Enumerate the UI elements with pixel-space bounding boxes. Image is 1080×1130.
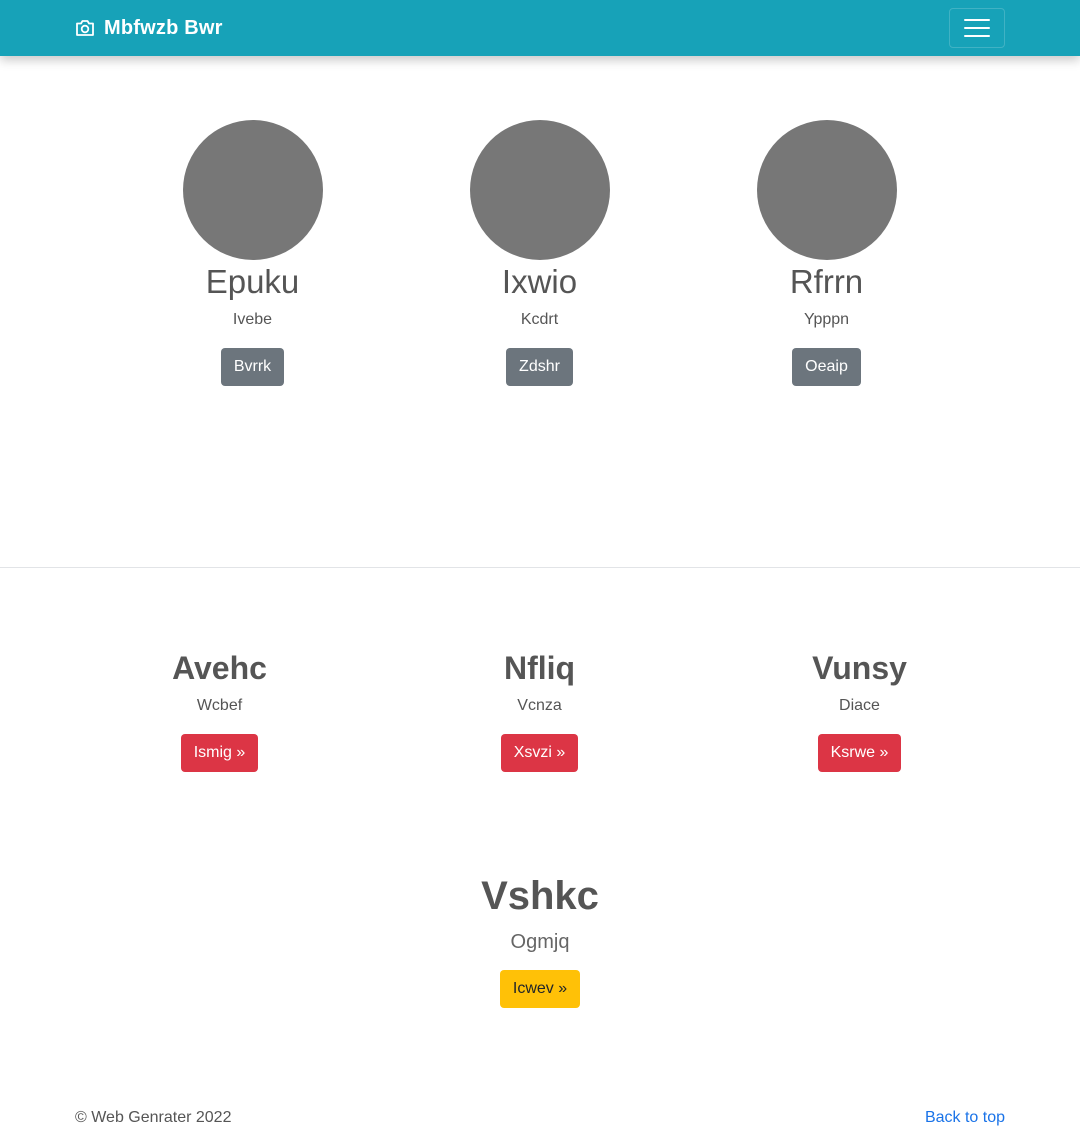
album-card-name: Rfrrn	[789, 263, 864, 300]
album-card: Ixwio Kcdrt Zdshr	[396, 120, 683, 386]
album-card-subtitle: Kcdrt	[520, 311, 559, 328]
featured-title: Vshkc	[481, 874, 599, 918]
camera-icon	[76, 20, 94, 36]
marketing-column-title: Avehc	[172, 650, 267, 686]
album-card-button[interactable]: Zdshr	[506, 348, 573, 386]
marketing-column-subtitle: Wcbef	[196, 697, 243, 714]
album-card: Rfrrn Ypppn Oeaip	[683, 120, 970, 386]
featured-section: Vshkc Ogmjq Icwev »	[0, 872, 1080, 1008]
album-card-subtitle: Ivebe	[232, 311, 273, 328]
footer-copyright: © Web Genrater 2022	[75, 1109, 232, 1126]
featured-button[interactable]: Icwev »	[499, 970, 581, 1008]
marketing-column-subtitle: Vcnza	[517, 697, 562, 714]
featured-subtitle: Ogmjq	[510, 931, 570, 953]
marketing-column: Vunsy Diace Ksrwe »	[716, 648, 1003, 772]
album-card-button[interactable]: Bvrrk	[220, 348, 285, 386]
back-to-top-link[interactable]: Back to top	[925, 1108, 1005, 1128]
marketing-column-button[interactable]: Ksrwe »	[817, 734, 902, 772]
marketing-column-title: Nfliq	[503, 650, 576, 686]
navbar-toggler-button[interactable]	[949, 8, 1005, 48]
avatar	[469, 120, 610, 260]
marketing-column: Avehc Wcbef Ismig »	[76, 648, 363, 772]
avatar	[182, 120, 323, 260]
album-card: Epuku Ivebe Bvrrk	[109, 120, 396, 386]
hamburger-menu-icon	[964, 19, 990, 37]
marketing-column-title: Vunsy	[812, 650, 907, 686]
avatar	[756, 120, 897, 260]
marketing-column-subtitle: Diace	[839, 697, 880, 714]
brand-title: Mbfwzb Bwr	[104, 16, 223, 39]
album-card-name: Ixwio	[501, 263, 578, 300]
album-card-name: Epuku	[205, 263, 300, 300]
album-card-button[interactable]: Oeaip	[792, 348, 861, 386]
marketing-column-button[interactable]: Ismig »	[180, 734, 259, 772]
album-card-subtitle: Ypppn	[803, 311, 850, 328]
navbar: Mbfwzb Bwr	[0, 0, 1080, 56]
album-section: Epuku Ivebe Bvrrk Ixwio Kcdrt Zdshr Rfrr…	[0, 56, 1080, 568]
marketing-column-button[interactable]: Xsvzi »	[500, 734, 579, 772]
brand-link[interactable]: Mbfwzb Bwr	[75, 0, 223, 56]
marketing-column: Nfliq Vcnza Xsvzi »	[396, 648, 683, 772]
